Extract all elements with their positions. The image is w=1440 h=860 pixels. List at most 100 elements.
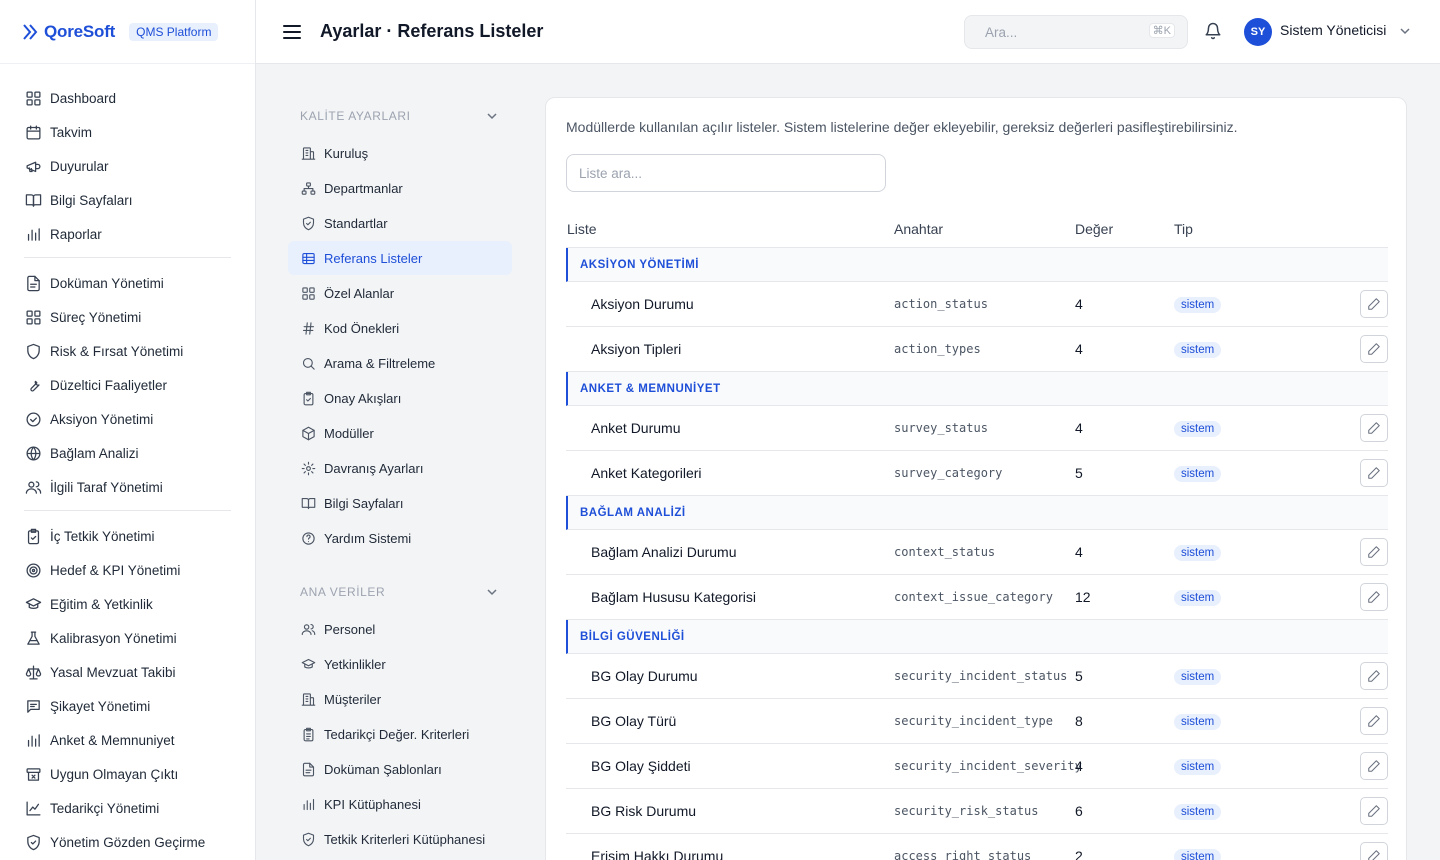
table-row[interactable]: Aksiyon Durumu action_status 4 sistem [566, 282, 1388, 327]
list-key: action_status [894, 297, 988, 311]
bell-icon[interactable] [1204, 22, 1222, 40]
sidebar-item-ilgili-taraf-yonetimi[interactable]: İlgili Taraf Yönetimi [24, 470, 231, 504]
subnav-section-header[interactable]: KALİTE AYARLARI [288, 96, 512, 136]
table-row[interactable]: BG Olay Türü security_incident_type 8 siste… [566, 699, 1388, 744]
search-shortcut-badge: ⌘K [1148, 23, 1175, 38]
user-name[interactable]: Sistem Yöneticisi [1280, 22, 1386, 38]
table-row[interactable]: Bağlam Analizi Durumu context_status 4 sist… [566, 530, 1388, 575]
edit-button[interactable] [1360, 335, 1388, 363]
edit-button[interactable] [1360, 414, 1388, 442]
chevron-down-icon [487, 113, 497, 120]
subnav-item-yardim-sistemi[interactable]: Yardım Sistemi [288, 521, 512, 555]
table-row[interactable]: Anket Kategorileri survey_category 5 sistem [566, 451, 1388, 496]
subnav-item-yetkinlikler[interactable]: Yetkinlikler [288, 647, 512, 681]
sidebar-item-duyurular[interactable]: Duyurular [24, 149, 231, 183]
global-search-placeholder: Ara... [985, 24, 1018, 40]
subnav-item-arama-filtreleme[interactable]: Arama & Filtreleme [288, 346, 512, 380]
table-row[interactable]: BG Olay Şiddeti security_incident_severit… [566, 744, 1388, 789]
list-name: Bağlam Analizi Durumu [591, 544, 737, 560]
sidebar-group: Dashboard Takvim Duyurular Bilgi Sayfaları R… [24, 81, 231, 258]
list-name: Anket Durumu [591, 420, 681, 436]
menu-toggle-icon[interactable] [283, 24, 301, 39]
list-key: context_status [894, 545, 996, 559]
subnav-item-dokuman-sablonlari[interactable]: Doküman Şablonları [288, 752, 512, 786]
pencil-icon [1368, 422, 1380, 434]
value-count: 8 [1075, 713, 1083, 729]
sidebar-item-takvim[interactable]: Takvim [24, 115, 231, 149]
table-row[interactable]: Anket Durumu survey_status 4 sistem [566, 406, 1388, 451]
edit-button[interactable] [1360, 752, 1388, 780]
type-badge: sistem [1174, 759, 1222, 775]
table-row[interactable]: Bağlam Hususu Kategorisi context_issue_ca… [566, 575, 1388, 620]
avatar[interactable]: SY [1244, 18, 1272, 46]
subnav-item-ozel-alanlar[interactable]: Özel Alanlar [288, 276, 512, 310]
sidebar-item-yonetim-gozden-gecirme[interactable]: Yönetim Gözden Geçirme [24, 825, 231, 859]
sidebar-item-raporlar[interactable]: Raporlar [24, 217, 231, 251]
type-badge: sistem [1174, 669, 1222, 685]
list-search-input[interactable]: Liste ara... [566, 154, 886, 192]
shield-icon [24, 342, 42, 360]
sidebar-item-baglam-analizi[interactable]: Bağlam Analizi [24, 436, 231, 470]
table-icon [300, 250, 316, 266]
value-count: 12 [1075, 589, 1091, 605]
grid-icon [24, 89, 42, 107]
sidebar-item-label: İlgili Taraf Yönetimi [50, 479, 163, 495]
app-logo[interactable]: QoreSoft [20, 22, 115, 42]
type-badge: sistem [1174, 804, 1222, 820]
table-row[interactable]: BG Olay Durumu security_incident_status 5 s… [566, 654, 1388, 699]
sidebar-item-risk-firsat-yonetimi[interactable]: Risk & Fırsat Yönetimi [24, 334, 231, 368]
subnav-item-personel[interactable]: Personel [288, 612, 512, 646]
subnav-item-tetkik-kriterleri-kutuphanesi[interactable]: Tetkik Kriterleri Kütüphanesi [288, 822, 512, 856]
subnav-item-kpi-kutuphanesi[interactable]: KPI Kütüphanesi [288, 787, 512, 821]
edit-button[interactable] [1360, 583, 1388, 611]
sidebar-item-ic-tetkik-yonetimi[interactable]: İç Tetkik Yönetimi [24, 519, 231, 553]
subnav-item-label: Standartlar [324, 215, 388, 231]
chevron-down-icon[interactable] [1399, 25, 1411, 37]
edit-button[interactable] [1360, 459, 1388, 487]
sidebar-item-yasal-mevzuat-takibi[interactable]: Yasal Mevzuat Takibi [24, 655, 231, 689]
sidebar-item-kalibrasyon-yonetimi[interactable]: Kalibrasyon Yönetimi [24, 621, 231, 655]
sidebar-item-tedarikci-yonetimi[interactable]: Tedarikçi Yönetimi [24, 791, 231, 825]
sidebar-item-dokuman-yonetimi[interactable]: Doküman Yönetimi [24, 266, 231, 300]
subnav-item-moduller[interactable]: Modüller [288, 416, 512, 450]
table-row[interactable]: BG Risk Durumu security_risk_status 6 siste… [566, 789, 1388, 834]
search-icon [300, 355, 316, 371]
subnav-item-departmanlar[interactable]: Departmanlar [288, 171, 512, 205]
sidebar-item-egitim-yetkinlik[interactable]: Eğitim & Yetkinlik [24, 587, 231, 621]
edit-button[interactable] [1360, 797, 1388, 825]
subnav-item-kod-onekleri[interactable]: Kod Önekleri [288, 311, 512, 345]
subnav-item-musteriler[interactable]: Müşteriler [288, 682, 512, 716]
sidebar-item-aksiyon-yonetimi[interactable]: Aksiyon Yönetimi [24, 402, 231, 436]
subnav-item-kurulus[interactable]: Kuruluş [288, 136, 512, 170]
book-icon [24, 191, 42, 209]
subnav-item-davranis-ayarlari[interactable]: Davranış Ayarları [288, 451, 512, 485]
target-icon [24, 561, 42, 579]
global-search-input[interactable]: Ara... ⌘K [964, 15, 1188, 49]
table-row[interactable]: Aksiyon Tipleri action_types 4 sistem [566, 327, 1388, 372]
table-row[interactable]: Erişim Hakkı Durumu access_right_status 2 s… [566, 834, 1388, 860]
edit-button[interactable] [1360, 290, 1388, 318]
reference-lists-card: Modüllerde kullanılan açılır listeler. S… [545, 97, 1407, 860]
subnav-item-onay-akislari[interactable]: Onay Akışları [288, 381, 512, 415]
sidebar-item-uygun-olmayan-cikti[interactable]: Uygun Olmayan Çıktı [24, 757, 231, 791]
sidebar-item-bilgi-sayfalari[interactable]: Bilgi Sayfaları [24, 183, 231, 217]
main-sidebar: QoreSoft QMS Platform Dashboard Takvim Duy… [0, 0, 256, 860]
subnav-item-tedarikci-deger-kriterleri[interactable]: Tedarikçi Değer. Kriterleri [288, 717, 512, 751]
edit-button[interactable] [1360, 538, 1388, 566]
sidebar-item-surec-yonetimi[interactable]: Süreç Yönetimi [24, 300, 231, 334]
edit-button[interactable] [1360, 707, 1388, 735]
sidebar-item-dashboard[interactable]: Dashboard [24, 81, 231, 115]
subnav-item-standartlar[interactable]: Standartlar [288, 206, 512, 240]
subnav-item-bilgi-sayfalari[interactable]: Bilgi Sayfaları [288, 486, 512, 520]
list-key: survey_category [894, 466, 1003, 480]
sidebar-item-hedef-kpi-yonetimi[interactable]: Hedef & KPI Yönetimi [24, 553, 231, 587]
sidebar-item-duzeltici-faaliyetler[interactable]: Düzeltici Faaliyetler [24, 368, 231, 402]
sidebar-item-sikayet-yonetimi[interactable]: Şikayet Yönetimi [24, 689, 231, 723]
subnav-item-label: Kuruluş [324, 145, 369, 161]
sidebar-item-anket-memnuniyet[interactable]: Anket & Memnuniyet [24, 723, 231, 757]
edit-button[interactable] [1360, 662, 1388, 690]
subnav-item-referans-listeler[interactable]: Referans Listeler [288, 241, 512, 275]
subnav-section-header[interactable]: ANA VERİLER [288, 572, 512, 612]
edit-button[interactable] [1360, 842, 1388, 860]
clipboard-check-icon [24, 527, 42, 545]
